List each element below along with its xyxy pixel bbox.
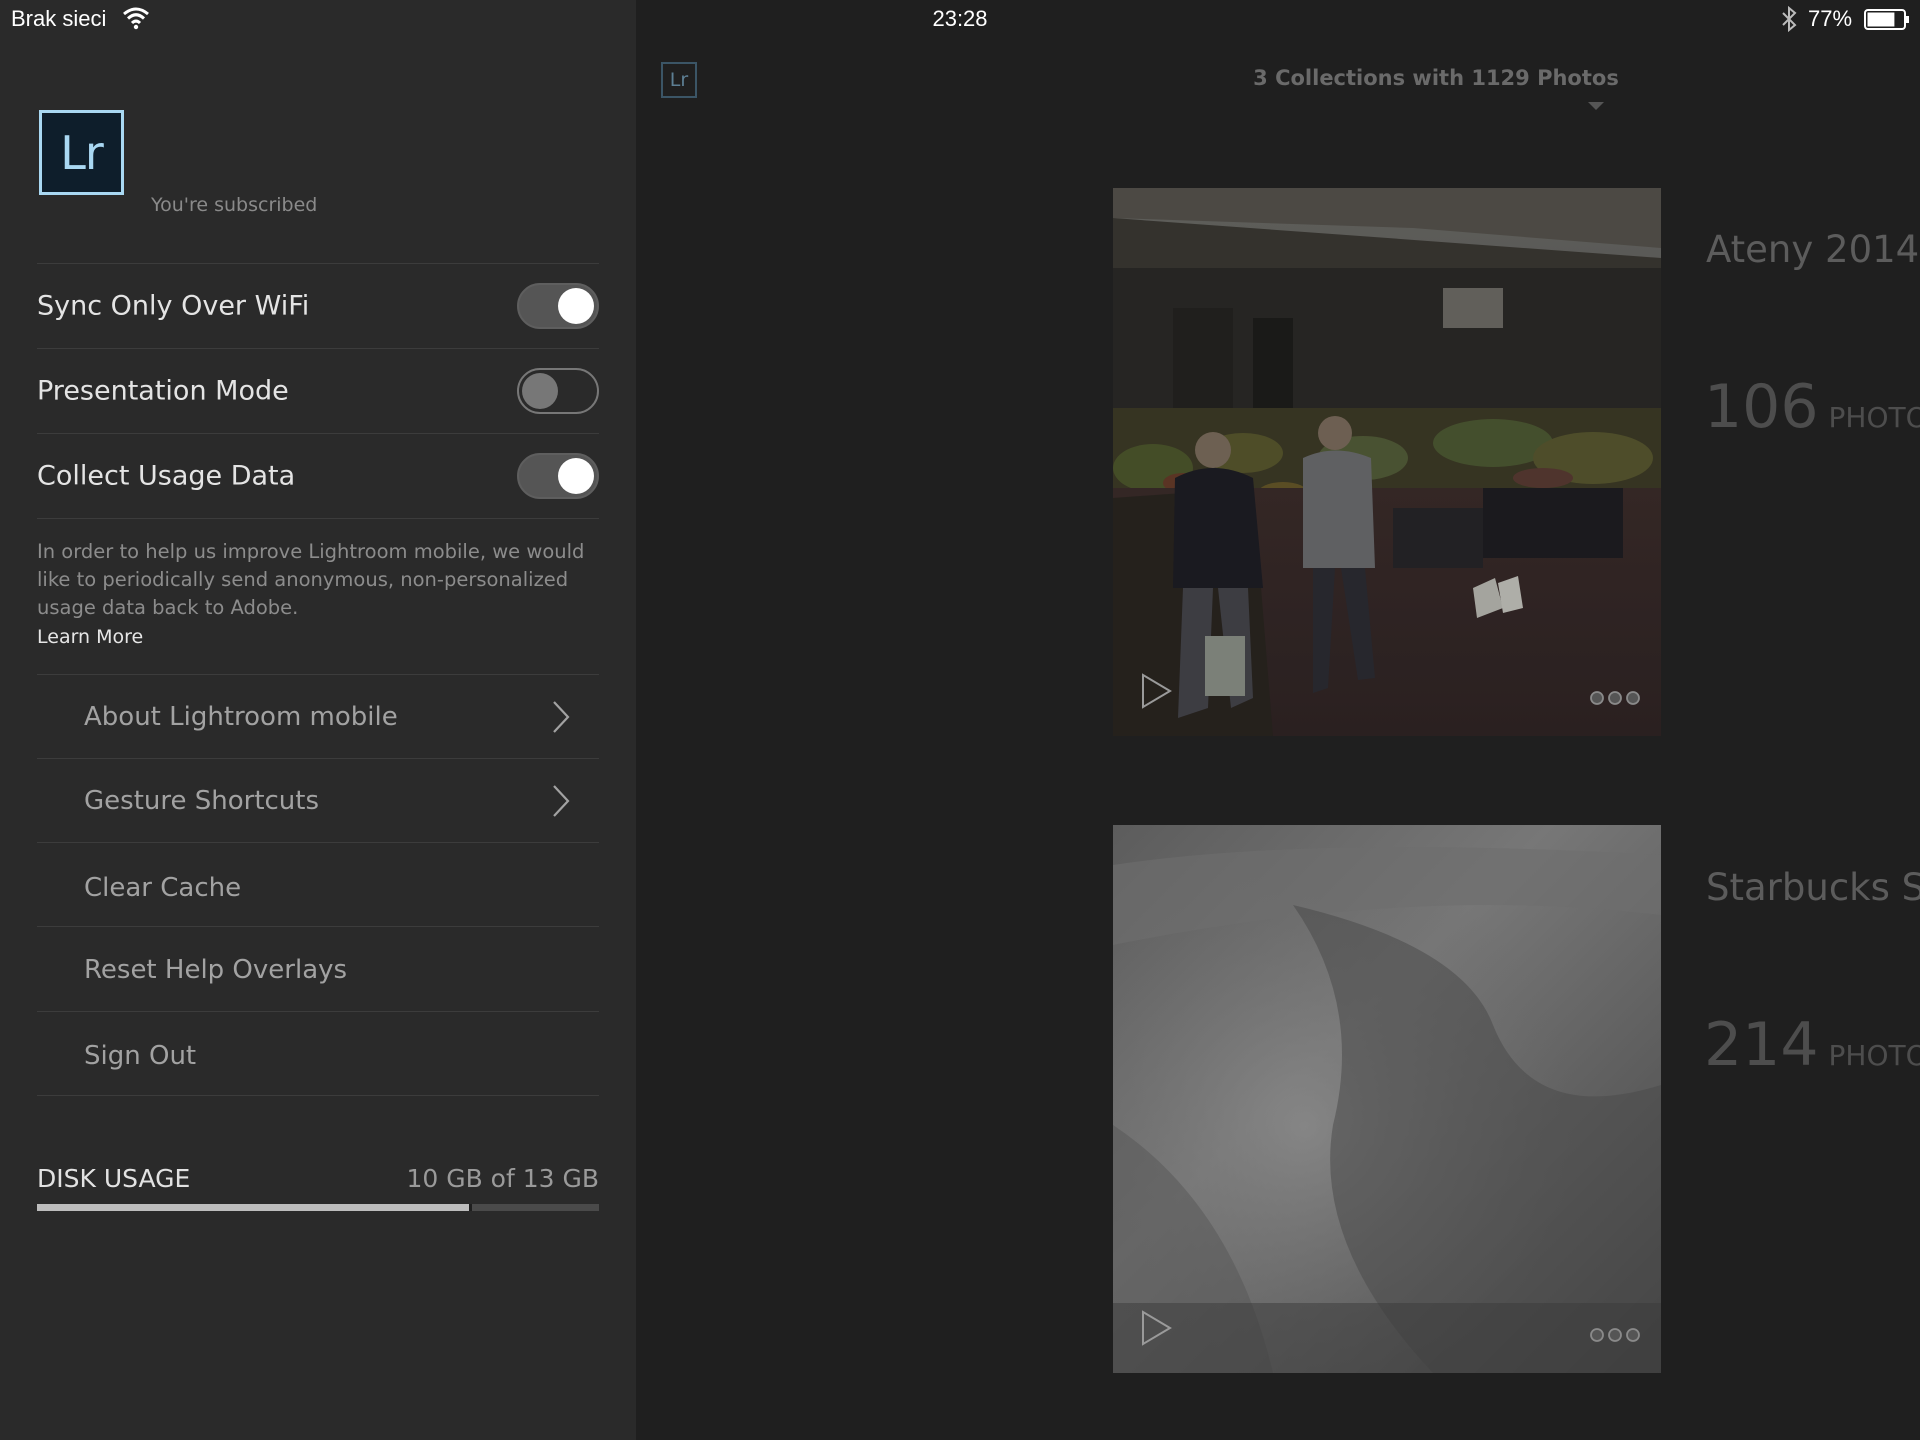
- toggle-row-collect-usage[interactable]: Collect Usage Data: [37, 434, 599, 518]
- photo-count-unit: PHOTOS: [1828, 1039, 1920, 1072]
- lightroom-logo: Lr: [39, 110, 124, 195]
- toggle-row-sync-wifi[interactable]: Sync Only Over WiFi: [37, 264, 599, 348]
- toggle-row-presentation-mode[interactable]: Presentation Mode: [37, 349, 599, 433]
- menu-item-label: About Lightroom mobile: [84, 702, 398, 732]
- collection-name: Starbucks Spri: [1706, 866, 1920, 909]
- learn-more-link[interactable]: Learn More: [37, 626, 143, 648]
- photo-count-number: 214: [1704, 1010, 1819, 1080]
- menu-item-label: Clear Cache: [84, 873, 242, 903]
- menu-item-gesture-shortcuts[interactable]: Gesture Shortcuts: [37, 759, 599, 843]
- usage-data-note: In order to help us improve Lightroom mo…: [37, 540, 585, 619]
- disk-usage-bar: [37, 1204, 599, 1211]
- disk-usage-label: DISK USAGE: [37, 1164, 191, 1193]
- subscription-status: You're subscribed: [151, 194, 318, 216]
- more-options-icon[interactable]: [1589, 1327, 1641, 1343]
- lightroom-menu-button[interactable]: Lr: [661, 62, 697, 98]
- menu-item-about[interactable]: About Lightroom mobile: [37, 675, 599, 759]
- divider: [37, 1095, 599, 1096]
- toggle-label: Collect Usage Data: [37, 460, 296, 492]
- menu-item-label: Sign Out: [84, 1041, 197, 1071]
- collection-thumbnail-market: [1113, 188, 1661, 736]
- play-slideshow-icon[interactable]: [1139, 672, 1173, 710]
- menu-item-clear-cache[interactable]: Clear Cache: [37, 846, 599, 930]
- collection-name: Ateny 2014: [1706, 228, 1920, 271]
- disk-usage-value: 10 GB of 13 GB: [406, 1164, 599, 1193]
- menu-item-sign-out[interactable]: Sign Out: [37, 1014, 599, 1098]
- clock: 23:28: [932, 6, 988, 31]
- toggle-label: Presentation Mode: [37, 375, 289, 407]
- bluetooth-icon: [1782, 6, 1797, 32]
- collect-usage-switch[interactable]: [517, 453, 599, 499]
- disk-usage-bar-fill: [37, 1204, 473, 1211]
- chevron-right-icon: [553, 701, 570, 733]
- divider: [37, 1011, 599, 1012]
- collection-card[interactable]: [1113, 188, 1661, 736]
- photo-count-number: 106: [1704, 372, 1819, 442]
- status-bar: Brak sieci 23:28 77%: [0, 0, 1920, 40]
- sync-wifi-switch[interactable]: [517, 283, 599, 329]
- presentation-mode-switch[interactable]: [517, 368, 599, 414]
- photo-count-unit: PHOTOS: [1828, 401, 1920, 434]
- more-options-icon[interactable]: [1589, 690, 1641, 706]
- play-slideshow-icon[interactable]: [1139, 1309, 1173, 1347]
- collections-title[interactable]: 3 Collections with 1129 Photos: [1236, 66, 1636, 90]
- divider: [37, 518, 599, 519]
- caret-down-icon: [1588, 102, 1604, 110]
- collection-photo-count: 214 PHOTOS: [1704, 1010, 1920, 1080]
- chevron-right-icon: [553, 785, 570, 817]
- battery-icon: [1864, 9, 1909, 30]
- collection-thumbnail-water: [1113, 825, 1661, 1373]
- collection-photo-count: 106 PHOTOS: [1704, 372, 1920, 442]
- battery-percent: 77%: [1808, 6, 1853, 31]
- collections-view: Lr 3 Collections with 1129 Photos Ateny …: [636, 0, 1920, 1440]
- menu-item-reset-help-overlays[interactable]: Reset Help Overlays: [37, 928, 599, 1012]
- menu-item-label: Gesture Shortcuts: [84, 786, 320, 816]
- settings-panel: Lr You're subscribed Sync Only Over WiFi…: [0, 0, 636, 1440]
- divider: [37, 842, 599, 843]
- menu-item-label: Reset Help Overlays: [84, 955, 348, 985]
- divider: [37, 926, 599, 927]
- toggle-label: Sync Only Over WiFi: [37, 290, 310, 322]
- collection-card[interactable]: [1113, 825, 1661, 1373]
